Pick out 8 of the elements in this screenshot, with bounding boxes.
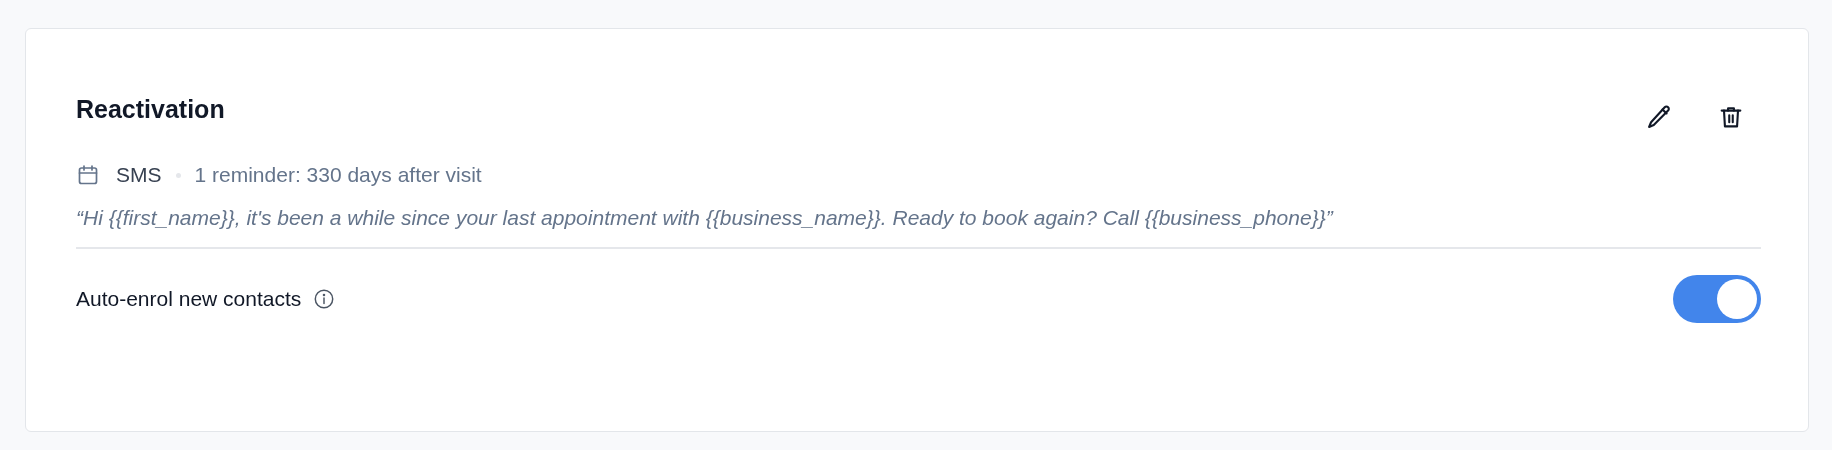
setting-label: Auto-enrol new contacts [76,286,302,311]
toggle-switch[interactable] [1673,274,1761,323]
schedule-text: 1 reminder: 330 days after visit [194,163,482,187]
calendar-icon [76,163,100,187]
card-title: Reactivation [76,94,225,124]
message-preview: “Hi {{first_name}}, it's been a while since your last appointment with {{business_name}}. Ready to book again? Call {{business_phone}}” [76,205,1335,231]
info-icon[interactable] [313,287,336,310]
channel-label: SMS [116,163,162,187]
